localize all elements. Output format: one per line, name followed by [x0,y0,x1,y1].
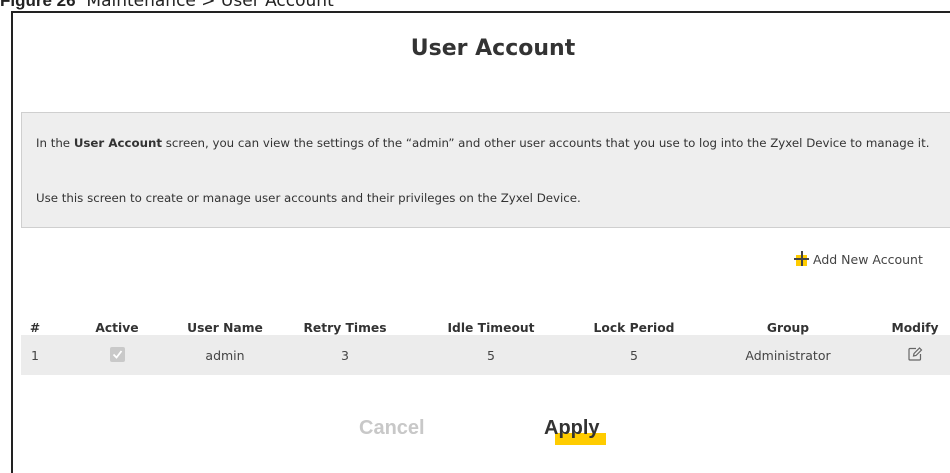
column-header-index: # [29,321,41,335]
column-header-user-name: User Name [187,321,263,335]
add-new-account-button[interactable]: Add New Account [794,251,923,267]
info-paragraph-2: Use this screen to create or manage user… [36,191,581,205]
info-box: In the User Account screen, you can view… [21,112,950,228]
column-header-lock-period: Lock Period [593,321,675,335]
cell-idle-timeout: 5 [487,348,495,363]
table-row: 1 admin 3 5 5 Administrator [21,335,950,375]
column-header-active: Active [95,321,139,335]
info-p1-prefix: In the [36,136,74,150]
cell-index: 1 [31,348,39,363]
column-header-idle-timeout: Idle Timeout [447,321,535,335]
info-paragraph-1: In the User Account screen, you can view… [36,134,936,153]
checkmark-icon [112,350,123,359]
info-p1-bold: User Account [73,136,163,150]
active-checkbox[interactable] [110,347,125,362]
plus-icon [794,251,810,267]
cell-lock-period: 5 [630,348,638,363]
figure-label: Figure 26 [0,0,76,10]
cancel-button[interactable]: Cancel [359,417,425,440]
info-p1-suffix: screen, you can view the settings of the… [162,136,930,150]
apply-button[interactable]: Apply [544,417,606,445]
cell-retry-times: 3 [341,348,349,363]
page-frame: User Account In the User Account screen,… [11,11,950,473]
add-new-account-label: Add New Account [813,252,923,267]
figure-text: Maintenance > User Account [86,0,334,11]
figure-caption: Figure 26 Maintenance > User Account [0,0,334,11]
edit-icon[interactable] [907,346,923,362]
page-title: User Account [410,36,576,61]
apply-label: Apply [544,417,600,439]
column-header-group: Group [766,321,810,335]
cell-group: Administrator [745,348,831,363]
column-header-modify: Modify [891,321,939,335]
column-header-retry-times: Retry Times [303,321,387,335]
cell-user-name: admin [205,348,245,363]
